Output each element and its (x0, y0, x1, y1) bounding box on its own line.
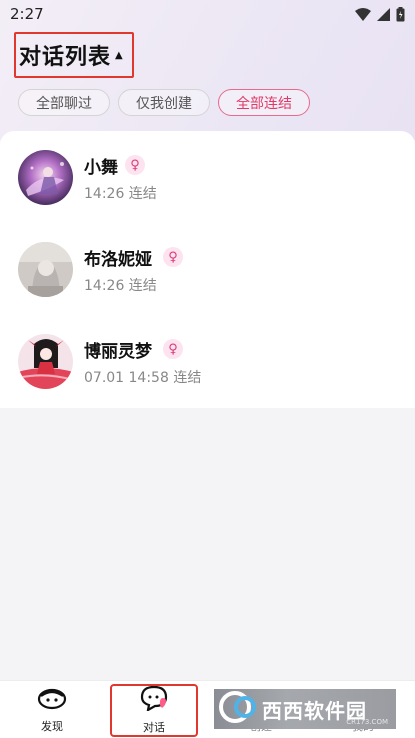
filter-created-by-me[interactable]: 仅我创建 (118, 89, 210, 116)
filter-all-chatted[interactable]: 全部聊过 (18, 89, 110, 116)
nav-label: 发现 (41, 720, 63, 733)
conversation-row[interactable]: 小舞 ♀ 14:26 连结 (0, 131, 415, 223)
last-linked-time: 14:26 连结 (84, 186, 157, 202)
battery-icon (396, 6, 405, 22)
last-linked-time: 14:26 连结 (84, 278, 157, 294)
last-linked-time: 07.01 14:58 连结 (84, 370, 202, 386)
page-title: 对话列表 (19, 45, 112, 70)
conversation-row[interactable]: 博丽灵梦 ♀ 07.01 14:58 连结 (0, 315, 415, 407)
signal-icon (377, 7, 390, 21)
avatar (18, 242, 73, 297)
watermark-url: CR173.COM (346, 718, 388, 726)
caret-up-icon: ▲ (115, 49, 123, 61)
wifi-icon (355, 7, 371, 21)
status-time: 2:27 (10, 5, 44, 23)
contact-name: 博丽灵梦 (84, 342, 152, 362)
conversation-list-dropdown[interactable]: 对话列表 ▲ (14, 32, 134, 78)
filter-all-linked[interactable]: 全部连结 (218, 89, 310, 116)
filter-chips: 全部聊过 仅我创建 全部连结 (18, 89, 310, 116)
discover-icon (37, 686, 67, 714)
female-icon: ♀ (163, 339, 183, 359)
status-icons (355, 6, 405, 22)
contact-name: 布洛妮娅 (84, 250, 152, 270)
female-icon: ♀ (163, 247, 183, 267)
nav-discover[interactable]: 发现 (24, 681, 80, 738)
watermark: 西西软件园 CR173.COM (214, 689, 396, 729)
female-icon: ♀ (125, 155, 145, 175)
watermark-logo-icon (218, 690, 258, 728)
conversation-list: 小舞 ♀ 14:26 连结 布洛妮娅 ♀ 14:26 连结 博丽灵梦 ♀ 07.… (0, 131, 415, 408)
avatar (18, 334, 73, 389)
status-bar: 2:27 (0, 0, 415, 28)
avatar (18, 150, 73, 205)
conversation-row[interactable]: 布洛妮娅 ♀ 14:26 连结 (0, 223, 415, 315)
contact-name: 小舞 (84, 158, 118, 178)
highlight-box (110, 684, 198, 737)
